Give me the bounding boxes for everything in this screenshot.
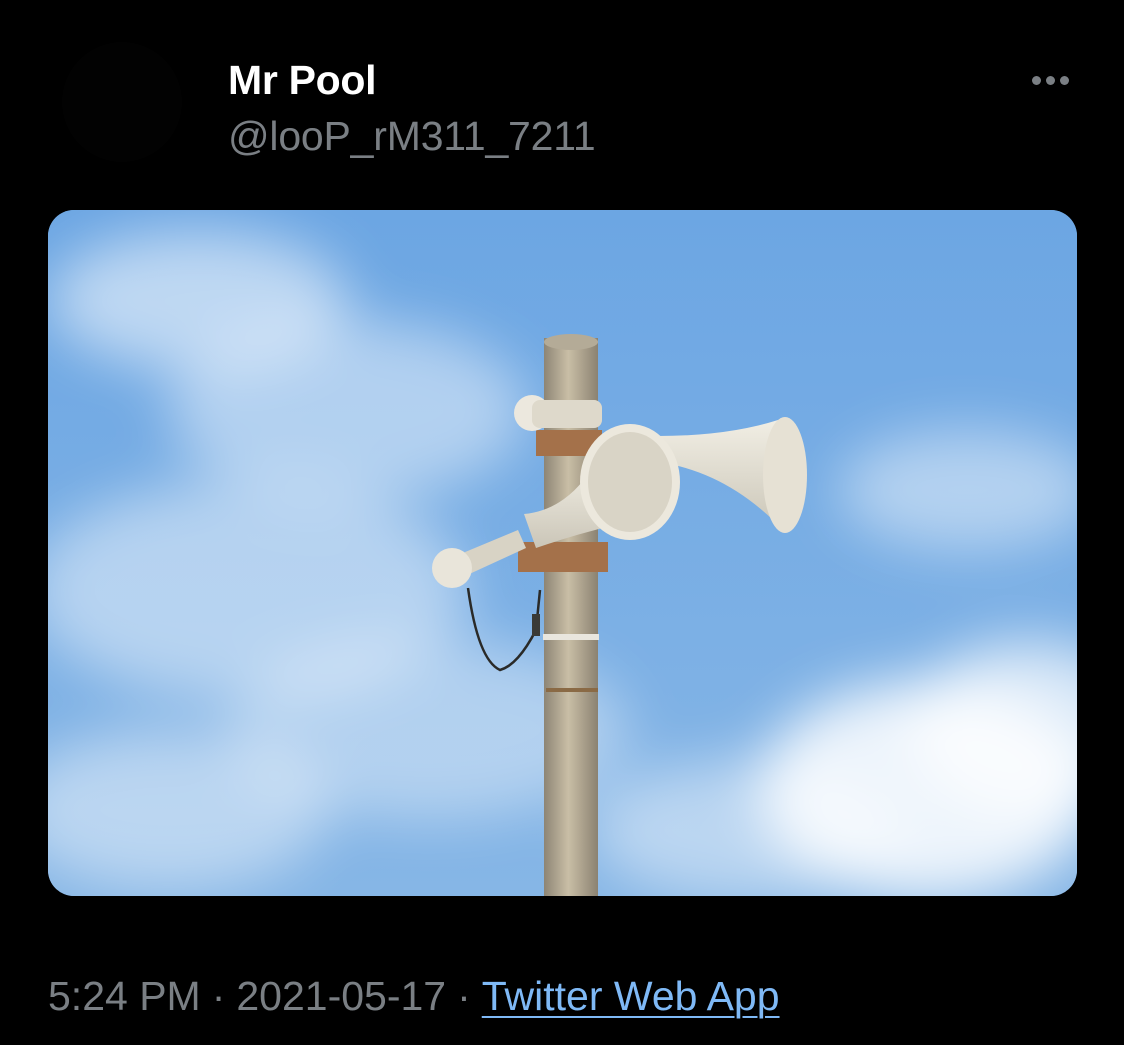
tweet-photo[interactable] bbox=[48, 210, 1077, 896]
meta-separator: · bbox=[211, 973, 226, 1019]
tweet-meta-line: 5:24 PM · 2021-05-17 · Twitter Web App bbox=[48, 970, 780, 1022]
meta-separator: · bbox=[457, 973, 471, 1019]
tweet-detail: Mr Pool @looP_rM311_7211 5:24 PM · 2021-… bbox=[0, 0, 1124, 1045]
tweet-source-link[interactable]: Twitter Web App bbox=[482, 973, 780, 1019]
more-horizontal-icon bbox=[1031, 75, 1041, 85]
author-display-name[interactable]: Mr Pool bbox=[228, 56, 377, 104]
more-horizontal-icon-dot bbox=[1045, 75, 1055, 85]
tweet-time[interactable]: 5:24 PM bbox=[48, 973, 201, 1019]
avatar[interactable] bbox=[62, 42, 182, 162]
tweet-date[interactable]: 2021-05-17 bbox=[236, 973, 446, 1019]
more-horizontal-icon-dot bbox=[1059, 75, 1069, 85]
siren-photo-illustration bbox=[48, 210, 1077, 896]
more-options-button[interactable] bbox=[1020, 62, 1080, 98]
author-handle[interactable]: @looP_rM311_7211 bbox=[228, 112, 596, 160]
